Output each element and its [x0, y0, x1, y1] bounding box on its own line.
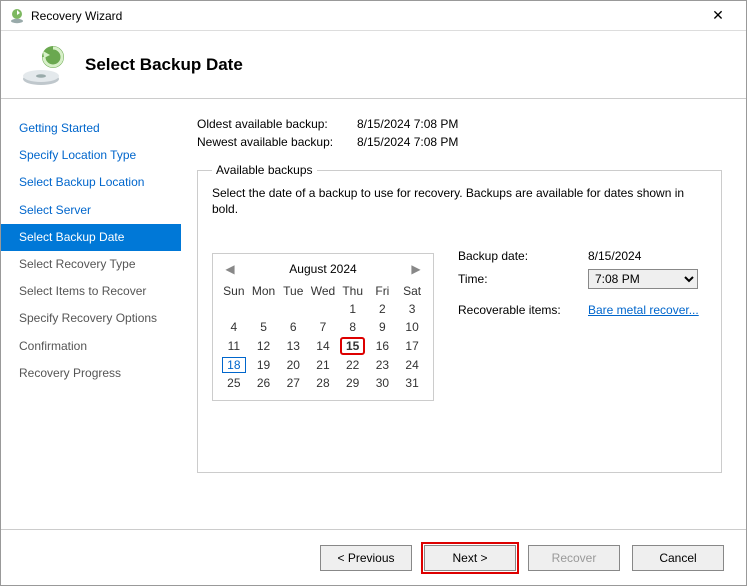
- step-specify-recovery-options[interactable]: Specify Recovery Options: [1, 305, 181, 332]
- step-select-items-to-recover[interactable]: Select Items to Recover: [1, 278, 181, 305]
- backup-details: Backup date: 8/15/2024 Time: 7:08 PM Rec…: [458, 249, 707, 323]
- step-select-server[interactable]: Select Server: [1, 197, 181, 224]
- close-button[interactable]: ✕: [698, 2, 738, 30]
- calendar-day[interactable]: 22: [338, 356, 368, 374]
- calendar-day[interactable]: 25: [219, 374, 249, 392]
- content-panel: Oldest available backup: 8/15/2024 7:08 …: [181, 99, 746, 529]
- calendar-day[interactable]: 26: [249, 374, 279, 392]
- oldest-backup-row: Oldest available backup: 8/15/2024 7:08 …: [197, 117, 722, 131]
- oldest-backup-label: Oldest available backup:: [197, 117, 357, 131]
- next-button[interactable]: Next >: [424, 545, 516, 571]
- newest-backup-value: 8/15/2024 7:08 PM: [357, 135, 458, 149]
- calendar-day[interactable]: 13: [278, 336, 308, 356]
- step-getting-started[interactable]: Getting Started: [1, 115, 181, 142]
- calendar-day[interactable]: 10: [397, 318, 427, 336]
- oldest-backup-value: 8/15/2024 7:08 PM: [357, 117, 458, 131]
- backup-date-value: 8/15/2024: [588, 249, 641, 263]
- backup-time-label: Time:: [458, 272, 588, 286]
- window-title: Recovery Wizard: [31, 9, 698, 23]
- recoverable-items-link[interactable]: Bare metal recover...: [588, 303, 699, 317]
- calendar-day[interactable]: 24: [397, 356, 427, 374]
- calendar-prev-month[interactable]: ◀: [221, 262, 239, 276]
- previous-button[interactable]: < Previous: [320, 545, 412, 571]
- calendar-grid: SunMonTueWedThuFriSat 123456789101112131…: [219, 282, 427, 392]
- step-confirmation[interactable]: Confirmation: [1, 333, 181, 360]
- calendar-day[interactable]: 18: [219, 356, 249, 374]
- cancel-button[interactable]: Cancel: [632, 545, 724, 571]
- wizard-footer: < Previous Next > Recover Cancel: [1, 529, 746, 585]
- calendar-day[interactable]: 17: [397, 336, 427, 356]
- wizard-body: Getting Started Specify Location Type Se…: [1, 99, 746, 529]
- calendar-day[interactable]: 2: [368, 300, 398, 318]
- calendar-day[interactable]: 21: [308, 356, 338, 374]
- calendar-day[interactable]: 11: [219, 336, 249, 356]
- page-title: Select Backup Date: [85, 55, 243, 75]
- calendar-day[interactable]: 3: [397, 300, 427, 318]
- newest-backup-row: Newest available backup: 8/15/2024 7:08 …: [197, 135, 722, 149]
- calendar-day[interactable]: 12: [249, 336, 279, 356]
- available-backups-instruction: Select the date of a backup to use for r…: [212, 185, 707, 217]
- calendar-dow: Tue: [278, 282, 308, 300]
- step-recovery-progress[interactable]: Recovery Progress: [1, 360, 181, 387]
- backup-time-select[interactable]: 7:08 PM: [588, 269, 698, 289]
- calendar-day[interactable]: 31: [397, 374, 427, 392]
- step-specify-location-type[interactable]: Specify Location Type: [1, 142, 181, 169]
- calendar-day[interactable]: 28: [308, 374, 338, 392]
- backup-header-icon: [19, 41, 67, 89]
- wizard-steps-sidebar: Getting Started Specify Location Type Se…: [1, 99, 181, 529]
- backup-date-label: Backup date:: [458, 249, 588, 263]
- calendar-day[interactable]: 30: [368, 374, 398, 392]
- recovery-wizard-window: Recovery Wizard ✕ Select Backup Date Get…: [0, 0, 747, 586]
- calendar-day[interactable]: 6: [278, 318, 308, 336]
- calendar-dow: Wed: [308, 282, 338, 300]
- recoverable-items-label: Recoverable items:: [458, 303, 588, 317]
- step-select-backup-date[interactable]: Select Backup Date: [1, 224, 181, 251]
- calendar-day: [249, 300, 279, 318]
- calendar: ◀ August 2024 ▶ SunMonTueWedThuFriSat 12…: [212, 253, 434, 401]
- titlebar: Recovery Wizard ✕: [1, 1, 746, 31]
- calendar-dow: Thu: [338, 282, 368, 300]
- calendar-day[interactable]: 19: [249, 356, 279, 374]
- calendar-day[interactable]: 15: [338, 336, 368, 356]
- recover-button: Recover: [528, 545, 620, 571]
- calendar-dow: Mon: [249, 282, 279, 300]
- calendar-day[interactable]: 16: [368, 336, 398, 356]
- wizard-icon: [9, 8, 25, 24]
- calendar-day[interactable]: 7: [308, 318, 338, 336]
- calendar-dow: Sat: [397, 282, 427, 300]
- calendar-day[interactable]: 27: [278, 374, 308, 392]
- step-select-backup-location[interactable]: Select Backup Location: [1, 169, 181, 196]
- calendar-day[interactable]: 1: [338, 300, 368, 318]
- step-select-recovery-type[interactable]: Select Recovery Type: [1, 251, 181, 278]
- calendar-day[interactable]: 20: [278, 356, 308, 374]
- calendar-day[interactable]: 23: [368, 356, 398, 374]
- calendar-day[interactable]: 4: [219, 318, 249, 336]
- calendar-day[interactable]: 29: [338, 374, 368, 392]
- available-backups-group: Available backups Select the date of a b…: [197, 163, 722, 473]
- calendar-dow: Sun: [219, 282, 249, 300]
- wizard-header: Select Backup Date: [1, 31, 746, 99]
- calendar-month-label: August 2024: [289, 262, 356, 276]
- available-backups-legend: Available backups: [212, 163, 317, 177]
- calendar-day[interactable]: 14: [308, 336, 338, 356]
- calendar-day: [308, 300, 338, 318]
- calendar-dow: Fri: [368, 282, 398, 300]
- calendar-next-month[interactable]: ▶: [407, 262, 425, 276]
- calendar-day: [219, 300, 249, 318]
- calendar-day[interactable]: 8: [338, 318, 368, 336]
- newest-backup-label: Newest available backup:: [197, 135, 357, 149]
- calendar-day[interactable]: 5: [249, 318, 279, 336]
- calendar-day[interactable]: 9: [368, 318, 398, 336]
- calendar-day: [278, 300, 308, 318]
